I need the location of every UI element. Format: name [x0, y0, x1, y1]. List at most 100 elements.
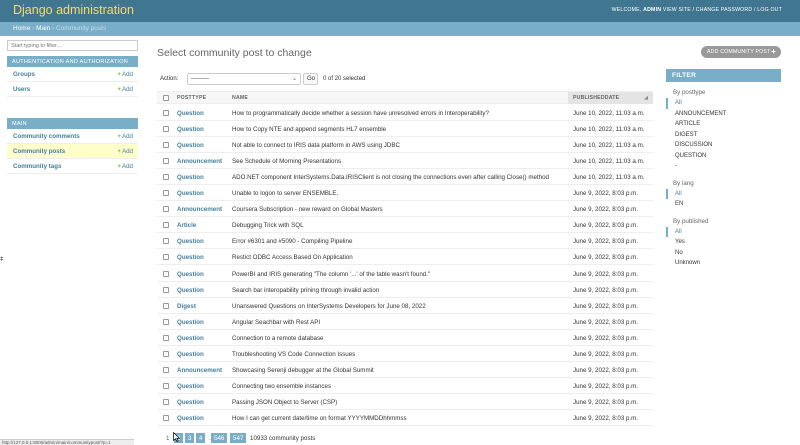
select-all-checkbox[interactable]	[163, 95, 169, 101]
row-checkbox[interactable]	[163, 110, 169, 116]
filter-option[interactable]: All	[666, 226, 781, 237]
module-caption[interactable]: MAIN	[7, 118, 138, 129]
sidebar-item-link[interactable]: Community posts	[13, 148, 65, 155]
row-checkbox[interactable]	[163, 318, 169, 325]
posttype-link[interactable]: Question	[177, 254, 204, 261]
row-checkbox[interactable]	[163, 270, 169, 277]
row-checkbox[interactable]	[163, 206, 169, 213]
site-branding[interactable]: Django administration	[13, 3, 134, 17]
filter-option[interactable]: DISCUSSION	[666, 140, 781, 151]
posttype-link[interactable]: Question	[177, 126, 204, 133]
sidebar-item-link[interactable]: Community comments	[13, 133, 80, 140]
filter-option[interactable]: All	[666, 98, 781, 109]
posttype-link[interactable]: Question	[177, 271, 204, 278]
posttype-link[interactable]: Question	[177, 110, 204, 117]
posttype-link[interactable]: Question	[177, 238, 204, 245]
row-checkbox[interactable]	[163, 366, 169, 373]
table-row: Announcement Showcasing Serenji debugger …	[157, 362, 653, 378]
log-out-link[interactable]: LOG OUT	[757, 7, 782, 13]
sidebar-add-link[interactable]: +Add	[117, 133, 133, 140]
posttype-link[interactable]: Question	[177, 415, 204, 422]
posttype-link[interactable]: Article	[177, 222, 196, 229]
change-password-link[interactable]: CHANGE PASSWORD	[696, 7, 753, 13]
posttype-link[interactable]: Question	[177, 335, 204, 342]
filter-option[interactable]: Unknown	[666, 258, 781, 269]
table-row: Question Unable to logon to server ENSEMB…	[157, 185, 653, 202]
sidebar-add-link[interactable]: +Add	[117, 148, 133, 155]
posttype-link[interactable]: Question	[177, 174, 204, 181]
module-caption[interactable]: AUTHENTICATION AND AUTHORIZATION	[7, 56, 138, 67]
posttype-link[interactable]: Question	[177, 142, 204, 149]
posttype-link[interactable]: Announcement	[177, 158, 222, 165]
breadcrumb-app-link[interactable]: Main	[36, 25, 50, 32]
filter-option[interactable]: All	[666, 188, 781, 199]
page-link[interactable]: 3	[185, 433, 195, 443]
row-checkbox[interactable]	[163, 286, 169, 293]
table-row: Question Search bar interopability prinin…	[157, 282, 653, 298]
posttype-link[interactable]: Announcement	[177, 367, 222, 374]
posttype-link[interactable]: Question	[177, 287, 204, 294]
row-checkbox[interactable]	[163, 382, 169, 389]
sidebar-item-link[interactable]: Community tags	[13, 163, 61, 170]
row-checkbox[interactable]	[163, 158, 169, 165]
posttype-link[interactable]: Question	[177, 190, 204, 197]
filter-option[interactable]: ARTICLE	[666, 119, 781, 130]
published-date: June 9, 2022, 8:03 p.m.	[573, 222, 639, 230]
row-checkbox[interactable]	[163, 414, 169, 421]
page-link[interactable]: 547	[230, 433, 247, 443]
add-community-post-button[interactable]: ADD COMMUNITY POST +	[701, 46, 781, 58]
sort-arrow-icon[interactable]: ◢	[644, 95, 648, 101]
row-checkbox[interactable]	[163, 126, 169, 133]
sidebar-add-link[interactable]: +Add	[117, 163, 133, 170]
sidebar-add-link[interactable]: +Add	[117, 71, 133, 78]
page-title: Select community post to change	[157, 47, 312, 59]
row-checkbox[interactable]	[163, 350, 169, 357]
row-checkbox[interactable]	[163, 142, 169, 149]
row-checkbox[interactable]	[163, 302, 169, 309]
row-checkbox[interactable]	[163, 190, 169, 197]
posttype-link[interactable]: Question	[177, 399, 204, 406]
sidebar-item-link[interactable]: Users	[13, 86, 30, 93]
row-checkbox[interactable]	[163, 238, 169, 245]
go-button[interactable]: Go	[303, 73, 318, 85]
filter-option[interactable]: No	[666, 248, 781, 259]
paginator: 1 2 3 4 ... 546 547 10933 community post…	[157, 433, 653, 445]
breadcrumb: Home › Main › Community posts	[0, 22, 800, 36]
posttype-link[interactable]: Digest	[177, 303, 196, 310]
published-date: June 9, 2022, 8:03 p.m.	[573, 382, 639, 390]
published-date: June 9, 2022, 8:03 p.m.	[573, 190, 639, 198]
page-link[interactable]: 4	[196, 433, 206, 443]
chevron-down-icon: ⌄	[291, 76, 297, 82]
table-row: Question How to Copy NTE and append segme…	[157, 121, 653, 138]
sidebar-add-link[interactable]: +Add	[117, 86, 133, 93]
column-header-posttype[interactable]: POSTTYPE	[177, 95, 206, 101]
posttype-link[interactable]: Question	[177, 383, 204, 390]
row-checkbox[interactable]	[163, 334, 169, 341]
row-checkbox[interactable]	[163, 398, 169, 405]
sidebar-module: MAIN Community comments +Add Community post…	[7, 118, 138, 174]
header: Django administration WELCOME, ADMIN VIE…	[0, 0, 800, 22]
posttype-link[interactable]: Question	[177, 319, 204, 326]
row-checkbox[interactable]	[163, 222, 169, 229]
row-checkbox[interactable]	[163, 254, 169, 261]
sidebar-item-link[interactable]: Groups	[13, 71, 35, 78]
filter-option[interactable]: Yes	[666, 237, 781, 248]
plus-icon: +	[117, 71, 121, 78]
action-select[interactable]: --------- ⌄	[187, 73, 301, 85]
published-date: June 9, 2022, 8:03 p.m.	[573, 254, 639, 262]
nav-filter-input[interactable]	[7, 40, 138, 51]
filter-option[interactable]: -	[666, 161, 781, 172]
posttype-link[interactable]: Announcement	[177, 206, 222, 213]
filter-group-title: By published	[673, 217, 709, 225]
page-link[interactable]: 546	[211, 433, 228, 443]
filter-option[interactable]: ANNOUNCEMENT	[666, 109, 781, 120]
column-header-publisheddate[interactable]: PUBLISHEDDATE	[573, 95, 619, 101]
filter-option[interactable]: EN	[666, 199, 781, 210]
column-header-name[interactable]: NAME	[232, 95, 248, 101]
filter-option[interactable]: DIGEST	[666, 130, 781, 141]
view-site-link[interactable]: VIEW SITE	[663, 7, 691, 13]
breadcrumb-home-link[interactable]: Home	[13, 25, 30, 32]
filter-option[interactable]: QUESTION	[666, 151, 781, 162]
posttype-link[interactable]: Question	[177, 351, 204, 358]
row-checkbox[interactable]	[163, 174, 169, 181]
